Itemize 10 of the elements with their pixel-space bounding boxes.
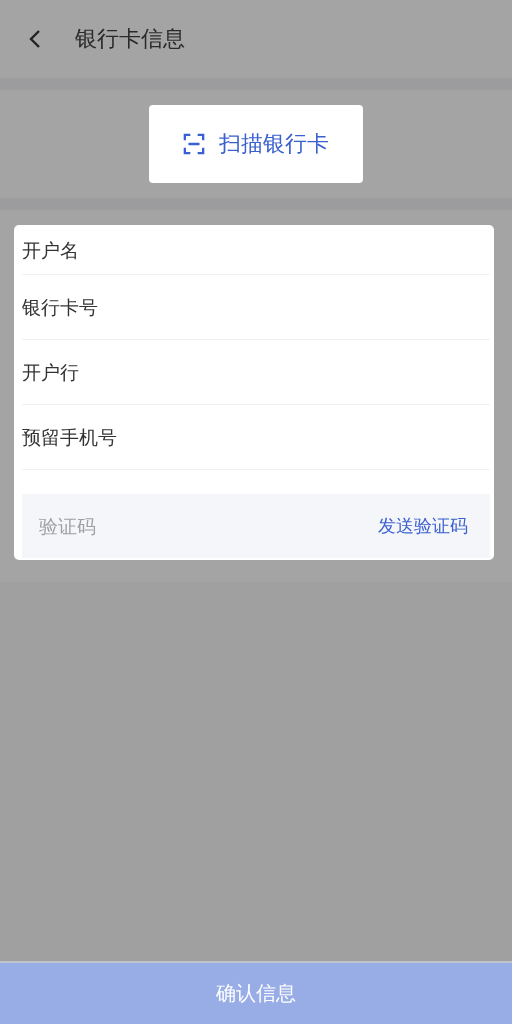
input-field[interactable]: 银行卡号 [22, 275, 490, 340]
input-field[interactable]: 开户名 [22, 225, 490, 275]
page-title: 银行卡信息 [75, 25, 185, 53]
back-icon[interactable] [29, 29, 41, 49]
code-field[interactable]: 验证码 发送验证码 [22, 494, 490, 558]
scan-button[interactable]: 扫描银行卡 [149, 105, 363, 183]
input-field[interactable]: 开户行 [22, 340, 490, 405]
input-field[interactable]: 预留手机号 [22, 405, 490, 470]
scan-icon [183, 133, 205, 155]
send-code-link[interactable]: 发送验证码 [378, 514, 468, 538]
